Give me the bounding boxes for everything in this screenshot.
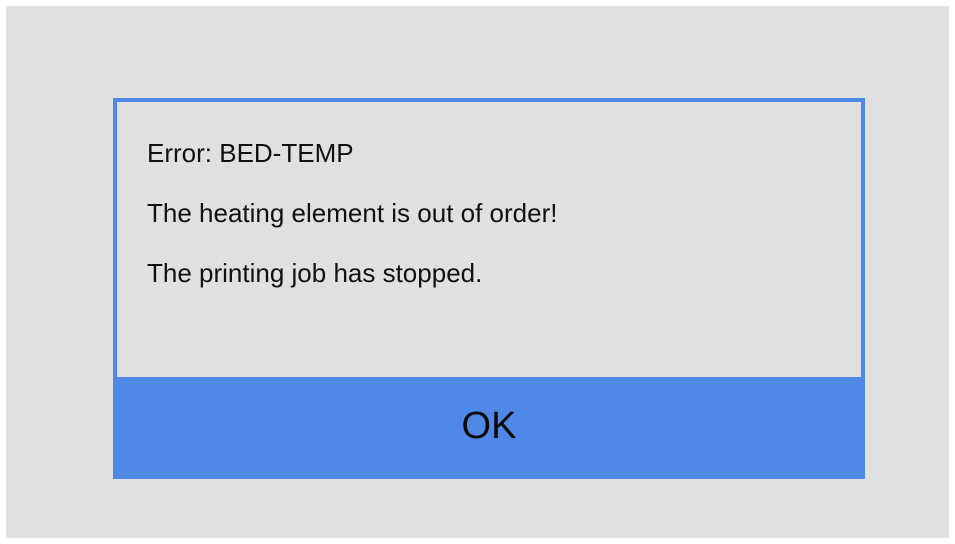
job-status-text: The printing job has stopped. (147, 258, 483, 288)
message-area: Error: BED-TEMP The heating element is o… (117, 102, 861, 381)
ok-button[interactable]: OK (117, 377, 861, 475)
error-code-text: Error: BED-TEMP (147, 138, 354, 168)
error-description-text: The heating element is out of order! (147, 198, 558, 228)
screen-background: Error: BED-TEMP The heating element is o… (6, 6, 949, 538)
error-dialog: Error: BED-TEMP The heating element is o… (113, 98, 865, 479)
